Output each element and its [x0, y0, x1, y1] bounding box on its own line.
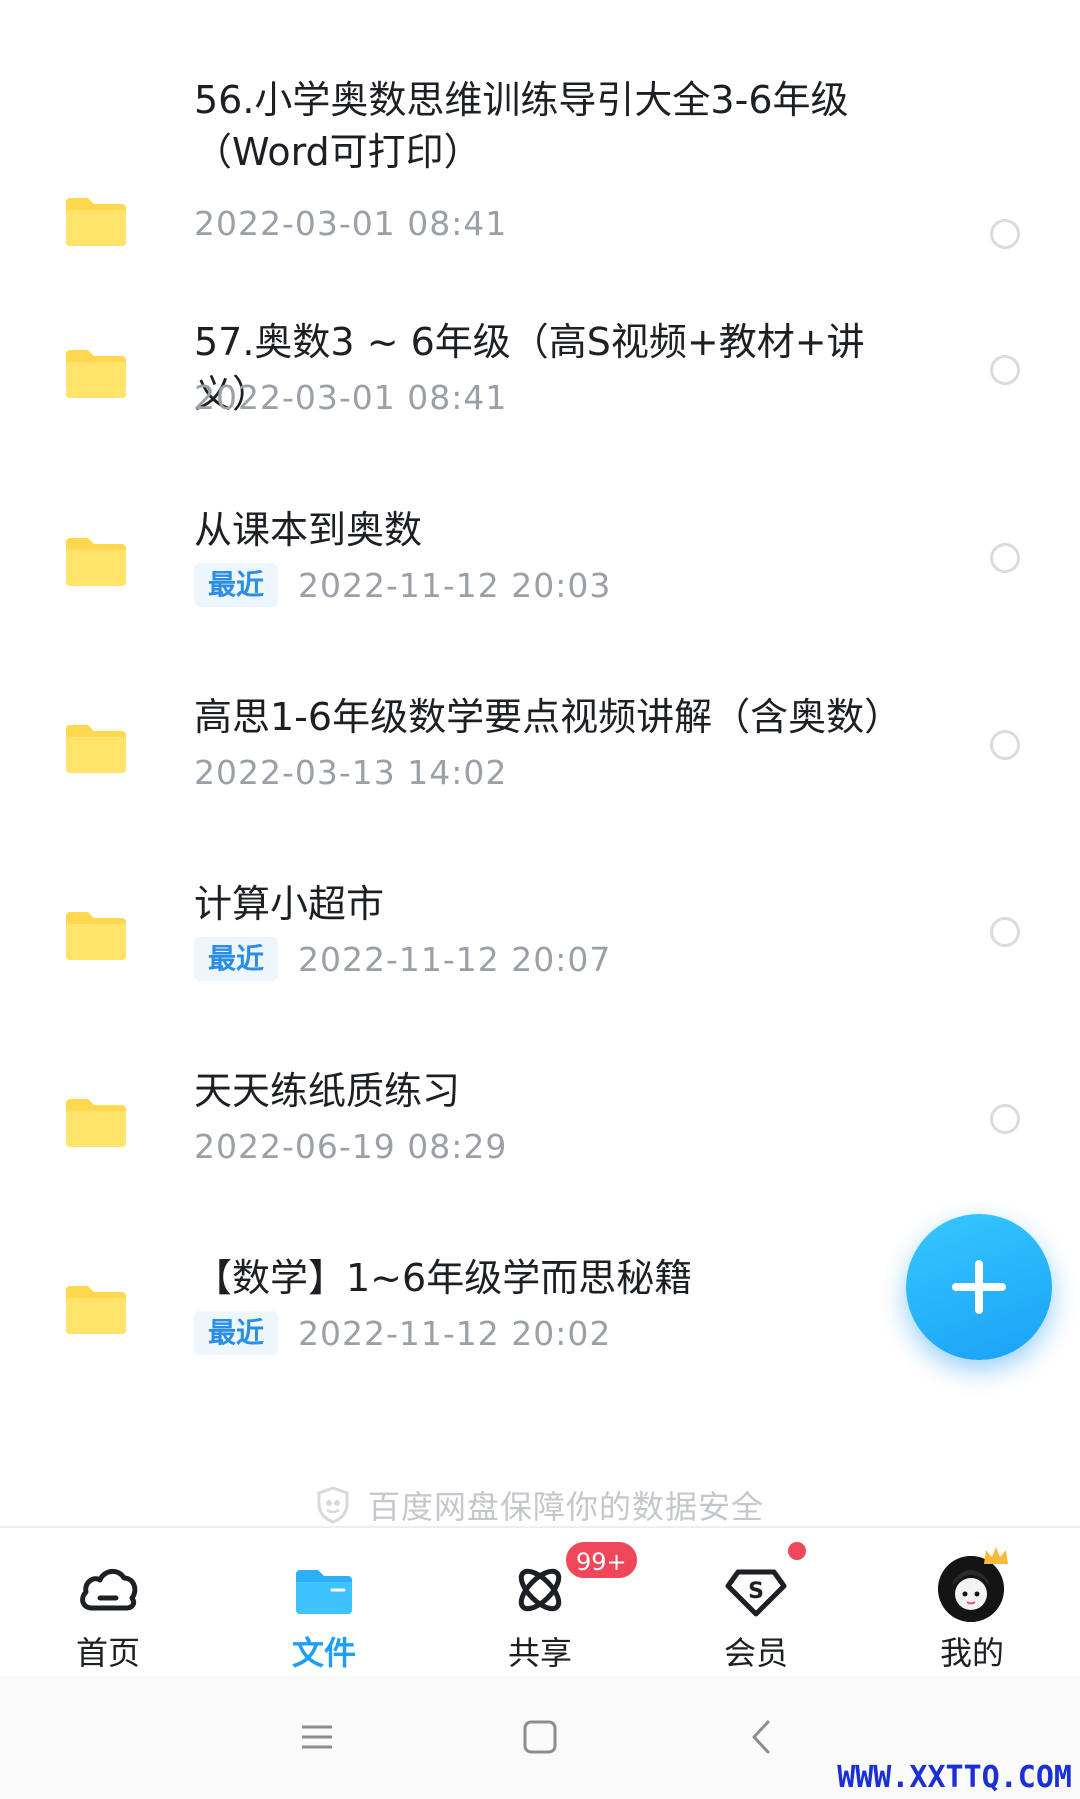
file-name: 计算小超市	[194, 882, 385, 926]
crown-icon	[984, 1547, 1008, 1564]
watermark: WWW.XXTTQ.COM	[837, 1760, 1072, 1795]
nav-home[interactable]: 首页	[0, 1528, 216, 1676]
list-item[interactable]: 57.奥数3 ~ 6年级（高S视频+教材+讲义） 2022-03-01 08:4…	[0, 310, 1080, 490]
file-meta: 最近 2022-11-12 20:03	[194, 562, 611, 608]
recent-tag: 最近	[194, 937, 279, 981]
list-item[interactable]: 天天练纸质练习 2022-06-19 08:29	[0, 1059, 1080, 1239]
folder-icon	[66, 1097, 126, 1147]
file-meta: 2022-03-01 08:41	[194, 374, 507, 420]
folder-icon	[292, 1558, 356, 1622]
file-meta: 最近 2022-11-12 20:02	[194, 1310, 611, 1356]
list-item[interactable]: 从课本到奥数 最近 2022-11-12 20:03	[0, 498, 1080, 678]
file-name: 【数学】1~6年级学而思秘籍	[194, 1256, 693, 1300]
file-date: 2022-06-19 08:29	[194, 1126, 508, 1166]
bottom-nav: 首页 文件 共享 S 会员 我的 99+	[0, 1526, 1080, 1674]
nav-label: 我的	[939, 1634, 1004, 1672]
nav-label: 首页	[75, 1634, 140, 1672]
folder-icon	[66, 723, 126, 773]
select-radio[interactable]	[990, 355, 1020, 385]
folder-icon	[66, 910, 126, 960]
shield-icon	[317, 1486, 349, 1524]
home-square-icon[interactable]	[517, 1714, 563, 1760]
list-item[interactable]: 高思1-6年级数学要点视频讲解（含奥数） 2022-03-13 14:02	[0, 685, 1080, 865]
cloud-home-icon	[76, 1558, 140, 1622]
list-item[interactable]: 计算小超市 最近 2022-11-12 20:07	[0, 872, 1080, 1052]
folder-icon	[66, 196, 126, 246]
share-orbit-icon	[508, 1558, 572, 1622]
file-name: 从课本到奥数	[194, 508, 423, 552]
select-radio[interactable]	[990, 543, 1020, 573]
file-meta: 2022-03-01 08:41	[194, 200, 507, 246]
nav-label: 共享	[507, 1634, 572, 1672]
file-date: 2022-11-12 20:03	[298, 565, 612, 605]
back-icon[interactable]	[740, 1714, 786, 1760]
file-name: 56.小学奥数思维训练导引大全3-6年级 （Word可打印）	[194, 78, 849, 174]
file-meta: 2022-06-19 08:29	[194, 1123, 507, 1169]
nav-vip[interactable]: S 会员	[648, 1528, 864, 1676]
folder-icon	[66, 536, 126, 586]
select-radio[interactable]	[990, 219, 1020, 249]
file-list-screen: 56.小学奥数思维训练导引大全3-6年级 （Word可打印） 2022-03-0…	[0, 0, 1080, 1799]
nav-files[interactable]: 文件	[216, 1528, 432, 1676]
file-name: 高思1-6年级数学要点视频讲解（含奥数）	[194, 695, 903, 739]
select-radio[interactable]	[990, 730, 1020, 760]
file-date: 2022-03-01 08:41	[194, 203, 508, 243]
menu-icon[interactable]	[294, 1714, 340, 1760]
folder-icon	[66, 1284, 126, 1334]
file-meta: 最近 2022-11-12 20:07	[194, 936, 611, 982]
add-button[interactable]	[906, 1214, 1052, 1360]
select-radio[interactable]	[990, 1104, 1020, 1134]
select-radio[interactable]	[990, 917, 1020, 947]
file-meta: 2022-03-13 14:02	[194, 749, 507, 795]
file-name: 天天练纸质练习	[194, 1069, 461, 1113]
share-badge: 99+	[564, 1540, 639, 1580]
vip-diamond-icon: S	[724, 1558, 788, 1622]
security-note: 百度网盘保障你的数据安全	[0, 1480, 1080, 1530]
vip-notification-dot	[788, 1542, 806, 1560]
list-item[interactable]: 56.小学奥数思维训练导引大全3-6年级 （Word可打印） 2022-03-0…	[0, 74, 1080, 254]
file-date: 2022-03-13 14:02	[194, 752, 508, 792]
recent-tag: 最近	[194, 1311, 279, 1355]
security-note-text: 百度网盘保障你的数据安全	[367, 1488, 764, 1526]
folder-icon	[66, 348, 126, 398]
nav-label: 文件	[291, 1634, 356, 1672]
svg-text:S: S	[748, 1579, 764, 1604]
file-date: 2022-11-12 20:07	[298, 939, 612, 979]
recent-tag: 最近	[194, 563, 279, 607]
file-date: 2022-11-12 20:02	[298, 1313, 612, 1353]
nav-label: 会员	[723, 1634, 788, 1672]
file-date: 2022-03-01 08:41	[194, 377, 508, 417]
plus-icon-stroke	[975, 1260, 983, 1314]
